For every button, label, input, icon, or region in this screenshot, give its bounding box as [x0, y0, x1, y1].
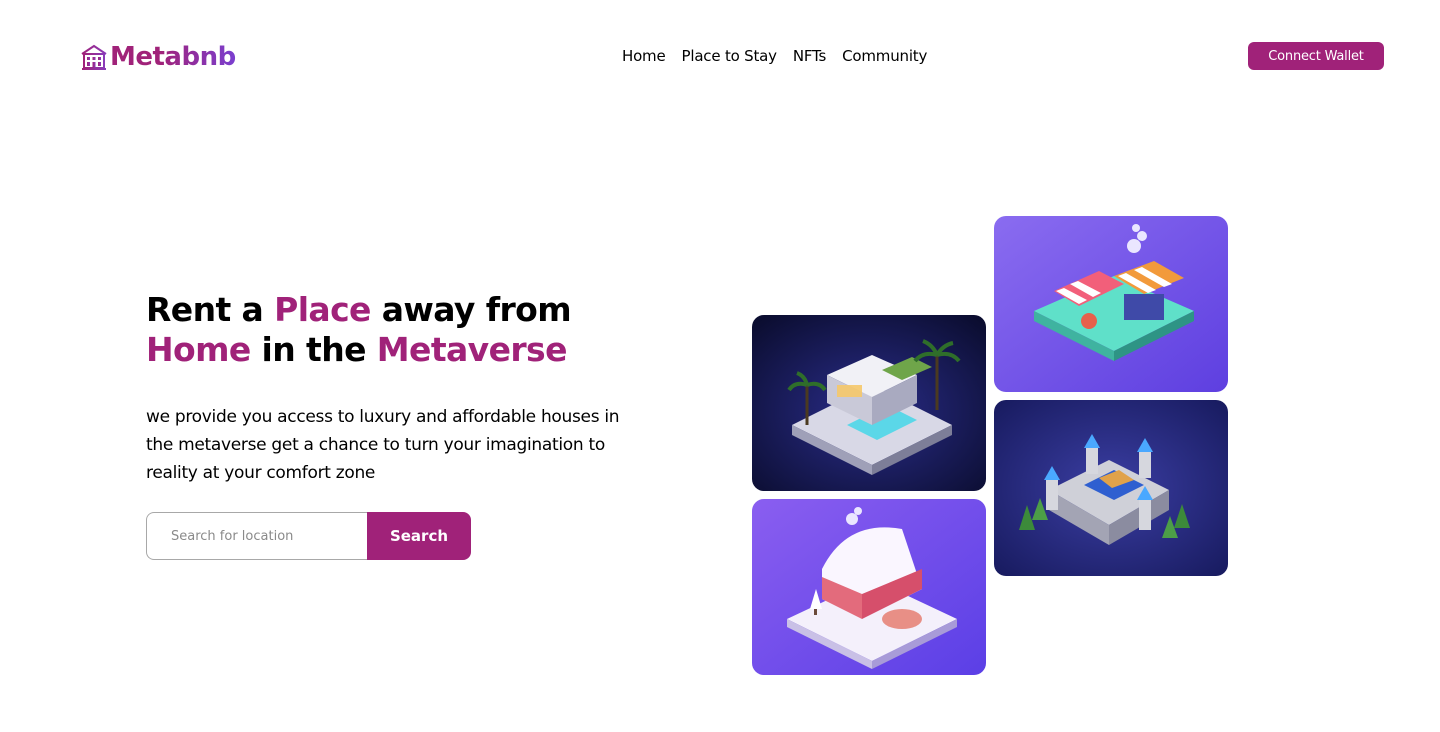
headline-accent: Home [146, 330, 251, 369]
house-logo-icon [81, 44, 107, 70]
location-search: Search [146, 512, 471, 560]
nav-home[interactable]: Home [622, 46, 666, 66]
main-nav: Home Place to Stay NFTs Community [622, 46, 927, 66]
isometric-snow-cottage-icon [752, 499, 986, 675]
logo-text: Metabnb [110, 42, 236, 72]
nav-place-to-stay[interactable]: Place to Stay [682, 46, 778, 66]
villa-image [752, 315, 986, 491]
search-button[interactable]: Search [367, 512, 471, 560]
cottage-image [752, 499, 986, 675]
isometric-market-icon [994, 216, 1228, 392]
castle-image [994, 400, 1228, 576]
headline-text: in the [250, 330, 377, 369]
headline-accent: Place [274, 290, 371, 329]
headline-accent: Metaverse [376, 330, 568, 369]
logo[interactable]: Metabnb [80, 42, 236, 72]
market-image [994, 216, 1228, 392]
isometric-villa-icon [752, 315, 986, 491]
connect-wallet-button[interactable]: Connect Wallet [1248, 42, 1384, 70]
hero-headline: Rent a Place away from Home in the Metav… [146, 290, 706, 370]
search-input[interactable] [146, 512, 367, 560]
headline-text: Rent a [146, 290, 275, 329]
isometric-castle-icon [994, 400, 1228, 576]
hero-description: we provide you access to luxury and affo… [146, 407, 620, 483]
nav-community[interactable]: Community [842, 46, 927, 66]
nav-nfts[interactable]: NFTs [793, 46, 826, 66]
headline-text: away from [370, 290, 572, 329]
